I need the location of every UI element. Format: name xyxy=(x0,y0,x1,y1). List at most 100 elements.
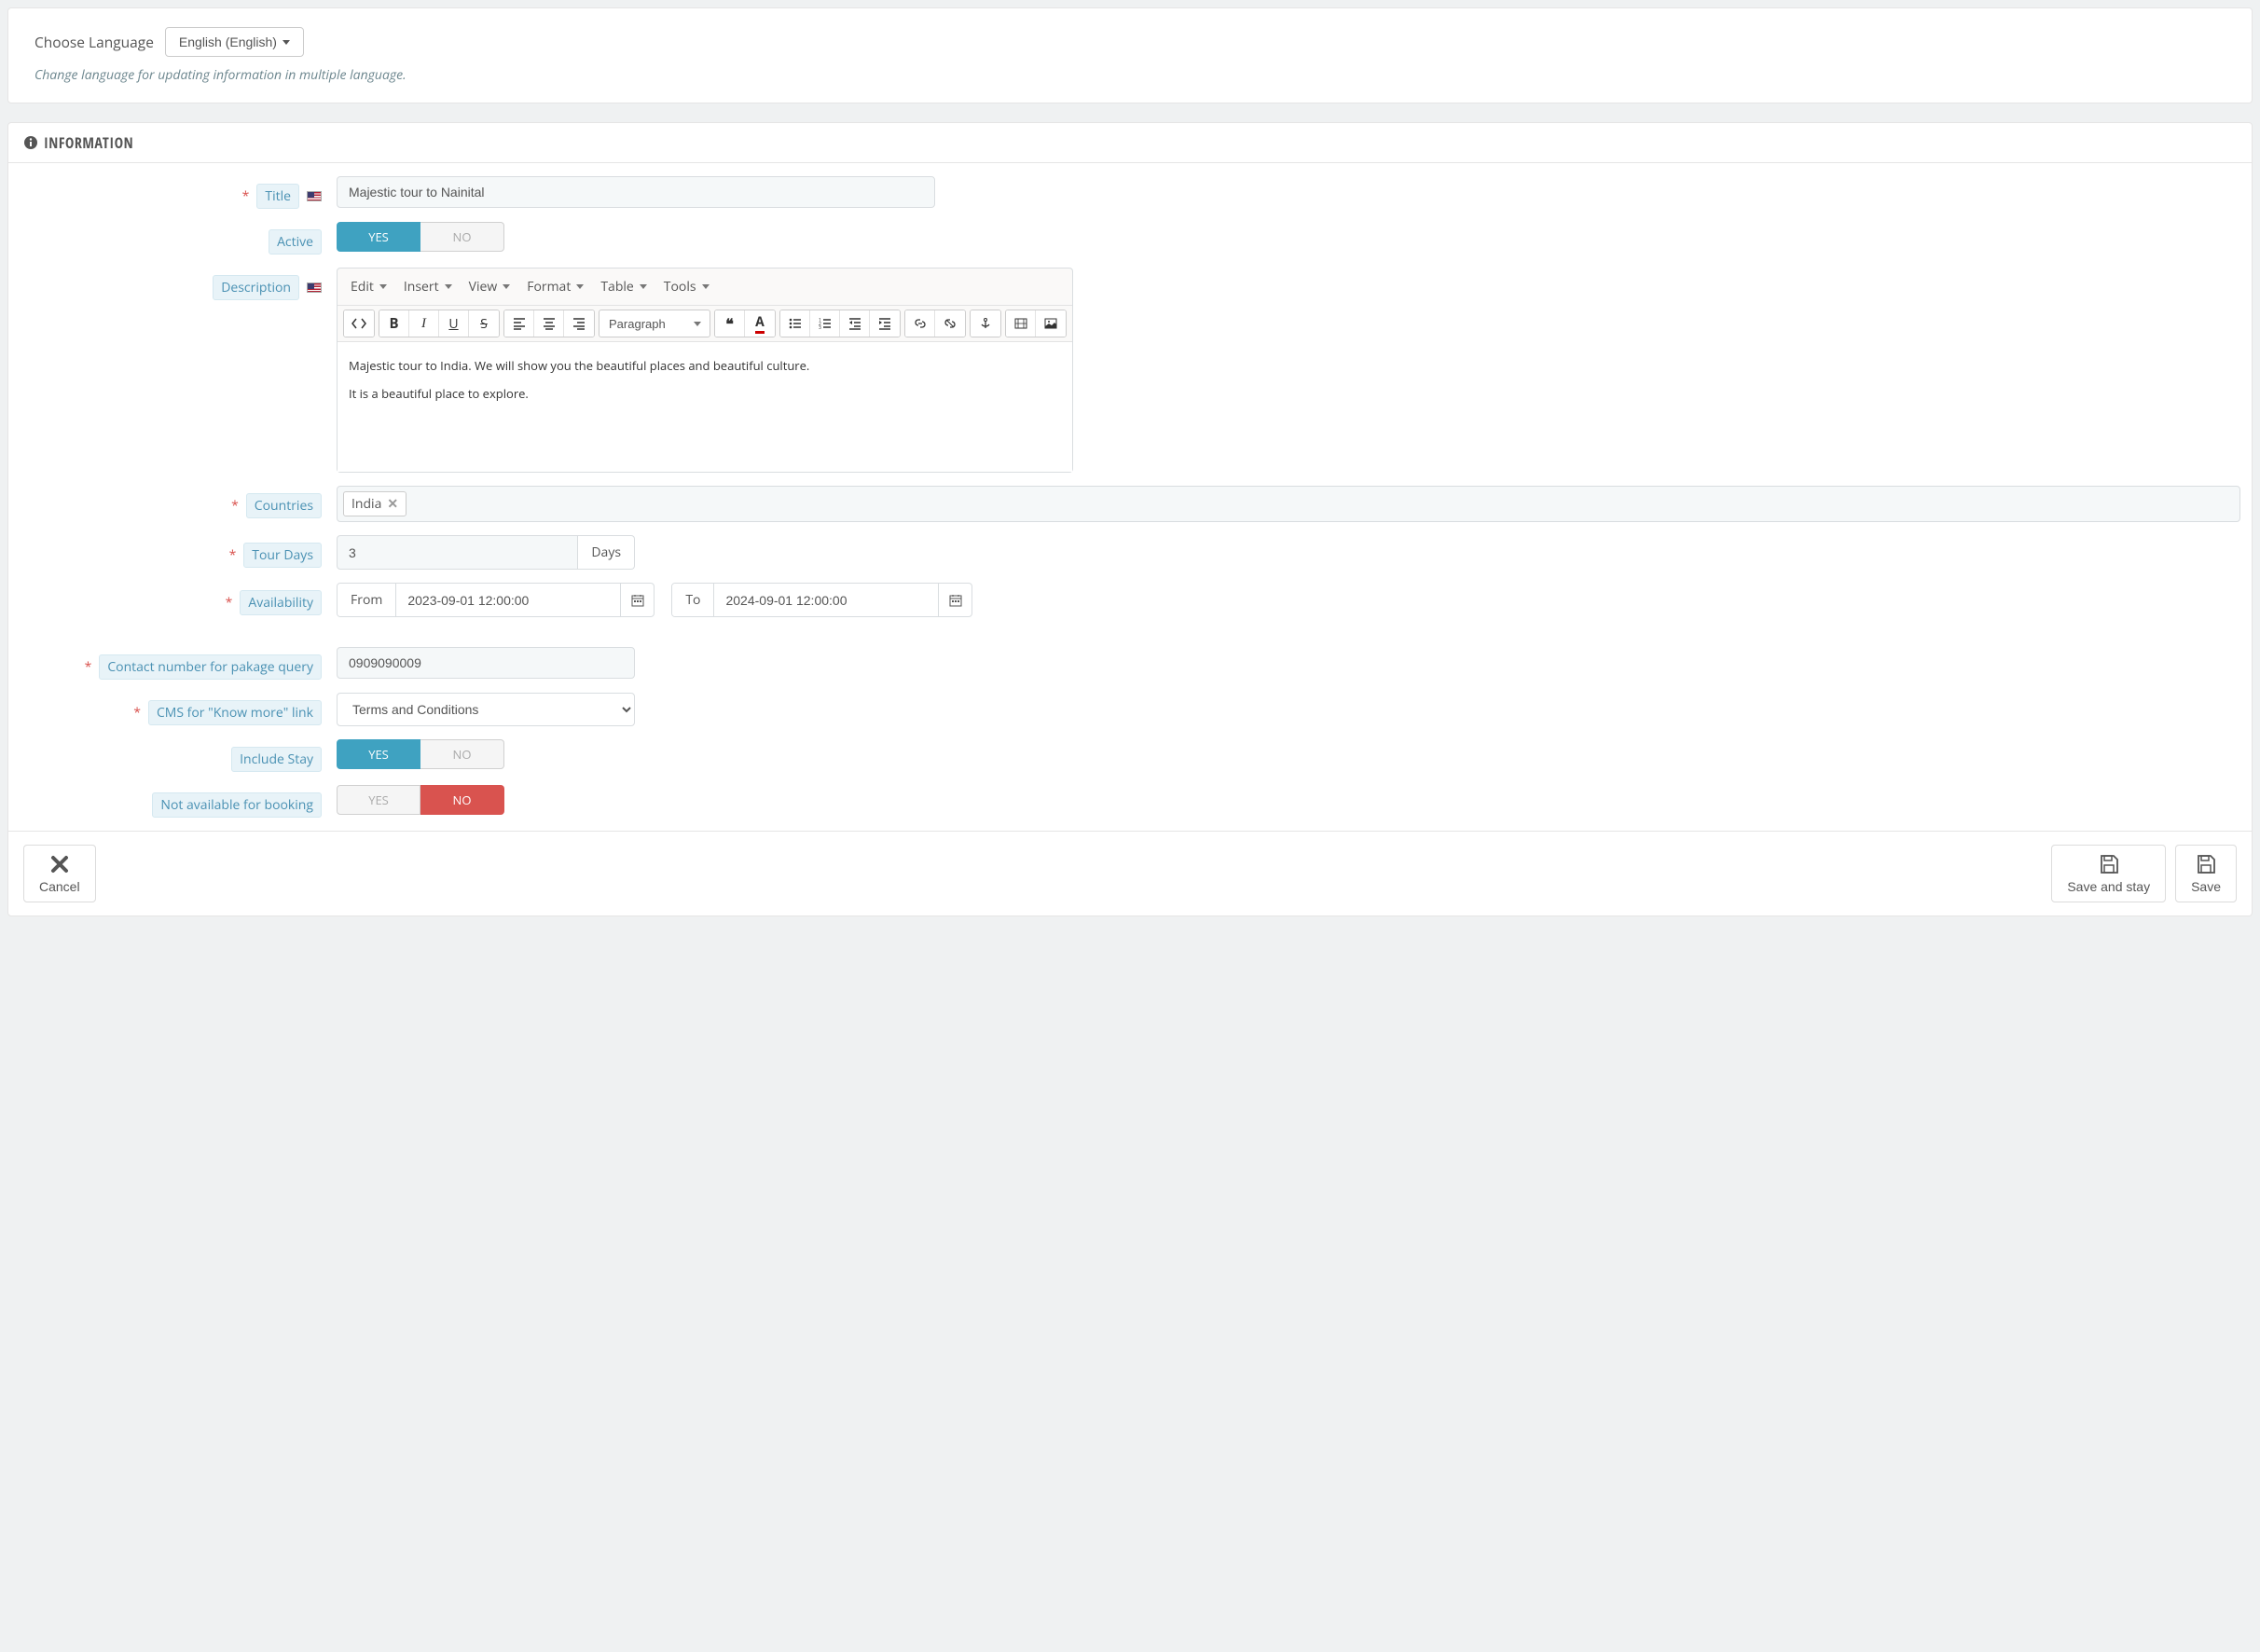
required-asterisk: * xyxy=(229,546,237,564)
save-icon xyxy=(2195,853,2217,875)
availability-from-group: From xyxy=(337,583,655,617)
menu-edit[interactable]: Edit xyxy=(345,272,393,301)
italic-icon[interactable]: I xyxy=(409,310,439,337)
panel-footer: Cancel Save and stay Save xyxy=(8,831,2252,915)
not-available-label: Not available for booking xyxy=(152,792,322,818)
panel-heading-title: INFORMATION xyxy=(44,132,133,153)
availability-to-input[interactable] xyxy=(714,584,938,616)
align-center-icon[interactable] xyxy=(534,310,564,337)
chevron-down-icon xyxy=(640,284,647,289)
text-color-icon[interactable]: A xyxy=(745,310,775,337)
save-label: Save xyxy=(2191,879,2221,894)
editor-content-area[interactable]: Majestic tour to India. We will show you… xyxy=(338,341,1072,472)
active-no[interactable]: NO xyxy=(420,222,504,252)
panel-heading: INFORMATION xyxy=(8,123,2252,163)
contact-label: Contact number for pakage query xyxy=(99,654,322,680)
countries-label: Countries xyxy=(246,493,322,518)
remove-tag-icon[interactable]: ✕ xyxy=(387,495,398,513)
cms-select[interactable]: Terms and Conditions xyxy=(337,693,635,726)
source-code-icon[interactable] xyxy=(344,310,374,337)
information-panel: INFORMATION * Title Active YES NO xyxy=(7,122,2253,916)
include-stay-label: Include Stay xyxy=(231,747,322,772)
from-label: From xyxy=(338,584,396,616)
block-format-select[interactable]: Paragraph xyxy=(599,310,710,337)
language-dropdown-value: English (English) xyxy=(179,34,277,49)
include-stay-no[interactable]: NO xyxy=(420,739,504,769)
indent-icon[interactable] xyxy=(870,310,900,337)
calendar-icon[interactable] xyxy=(938,584,972,616)
cancel-button[interactable]: Cancel xyxy=(23,845,96,902)
bullet-list-icon[interactable] xyxy=(780,310,810,337)
anchor-icon[interactable] xyxy=(971,310,1000,337)
numbered-list-icon[interactable]: 123 xyxy=(810,310,840,337)
menu-format[interactable]: Format xyxy=(521,272,589,301)
chevron-down-icon xyxy=(379,284,387,289)
title-label: Title xyxy=(256,184,299,209)
include-stay-toggle: YES NO xyxy=(337,739,504,769)
menu-table[interactable]: Table xyxy=(595,272,652,301)
required-asterisk: * xyxy=(231,497,239,515)
svg-text:3: 3 xyxy=(819,325,821,330)
language-help-text: Change language for updating information… xyxy=(34,66,2226,84)
availability-from-input[interactable] xyxy=(396,584,620,616)
underline-icon[interactable]: U xyxy=(439,310,469,337)
link-icon[interactable] xyxy=(905,310,935,337)
save-button[interactable]: Save xyxy=(2175,845,2237,902)
bold-icon[interactable]: B xyxy=(379,310,409,337)
unlink-icon[interactable] xyxy=(935,310,965,337)
chevron-down-icon xyxy=(702,284,710,289)
editor-paragraph: It is a beautiful place to explore. xyxy=(349,385,1061,402)
info-icon xyxy=(23,135,38,150)
save-and-stay-button[interactable]: Save and stay xyxy=(2051,845,2166,902)
not-available-yes[interactable]: YES xyxy=(337,785,420,815)
cms-label: CMS for "Know more" link xyxy=(148,700,322,725)
language-dropdown[interactable]: English (English) xyxy=(165,27,304,57)
contact-input[interactable] xyxy=(337,647,635,679)
title-input[interactable] xyxy=(337,176,935,208)
availability-label: Availability xyxy=(240,590,322,615)
calendar-icon[interactable] xyxy=(620,584,654,616)
align-left-icon[interactable] xyxy=(504,310,534,337)
to-label: To xyxy=(672,584,714,616)
chevron-down-icon xyxy=(576,284,584,289)
active-yes[interactable]: YES xyxy=(337,222,420,252)
required-asterisk: * xyxy=(242,187,250,205)
active-toggle: YES NO xyxy=(337,222,504,252)
availability-to-group: To xyxy=(671,583,972,617)
choose-language-label: Choose Language xyxy=(34,32,154,52)
not-available-no[interactable]: NO xyxy=(420,785,504,815)
media-icon[interactable] xyxy=(1006,310,1036,337)
outdent-icon[interactable] xyxy=(840,310,870,337)
menu-insert[interactable]: Insert xyxy=(398,272,458,301)
menu-tools[interactable]: Tools xyxy=(658,272,715,301)
tour-days-input[interactable] xyxy=(337,535,578,570)
strikethrough-icon[interactable]: S xyxy=(469,310,499,337)
country-tag-label: India xyxy=(351,495,381,513)
chevron-down-icon xyxy=(503,284,510,289)
countries-input[interactable]: India ✕ xyxy=(337,486,2240,522)
rich-text-editor: Edit Insert View Format Table Tools B xyxy=(337,268,1073,473)
not-available-toggle: YES NO xyxy=(337,785,504,815)
menu-view[interactable]: View xyxy=(463,272,517,301)
editor-menubar: Edit Insert View Format Table Tools xyxy=(338,268,1072,305)
us-flag-icon xyxy=(307,282,322,293)
save-icon xyxy=(2098,853,2120,875)
chevron-down-icon xyxy=(445,284,452,289)
active-label: Active xyxy=(269,229,322,255)
editor-paragraph: Majestic tour to India. We will show you… xyxy=(349,357,1061,374)
include-stay-yes[interactable]: YES xyxy=(337,739,420,769)
editor-toolbar: B I U S Paragraph xyxy=(338,305,1072,341)
required-asterisk: * xyxy=(85,658,92,676)
save-stay-label: Save and stay xyxy=(2067,879,2150,894)
align-right-icon[interactable] xyxy=(564,310,594,337)
tour-days-suffix: Days xyxy=(578,535,635,570)
image-icon[interactable] xyxy=(1036,310,1066,337)
language-panel: Choose Language English (English) Change… xyxy=(7,7,2253,103)
blockquote-icon[interactable]: ❝ xyxy=(715,310,745,337)
tour-days-label: Tour Days xyxy=(243,543,322,568)
required-asterisk: * xyxy=(226,594,233,612)
caret-down-icon xyxy=(282,40,290,45)
required-asterisk: * xyxy=(133,704,141,722)
country-tag: India ✕ xyxy=(343,491,407,516)
close-icon xyxy=(48,853,71,875)
